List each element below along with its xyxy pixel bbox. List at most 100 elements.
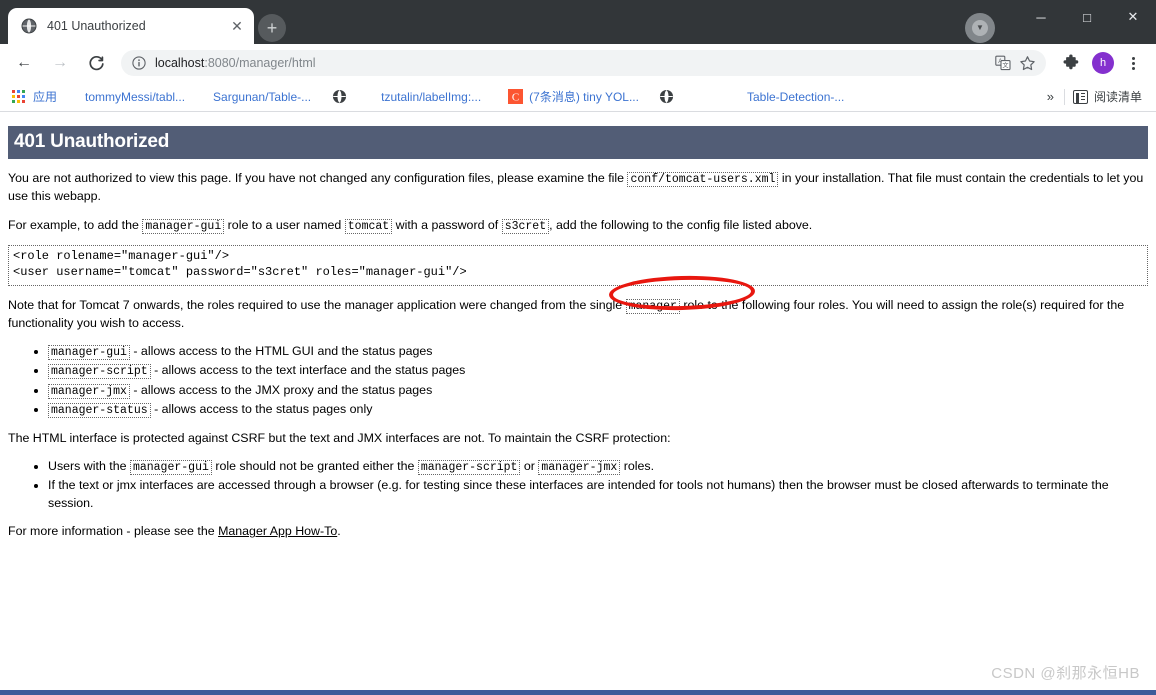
info-circle-icon[interactable] (131, 55, 147, 71)
paragraph2-text-d: , add the following to the config file l… (549, 217, 813, 232)
watermark: CSDN @刹那永恒HB (991, 665, 1140, 682)
bookmark-label: tzutalin/labelImg:... (381, 89, 482, 104)
bookmark-item-csdn-tiny-yolo[interactable]: C (7条消息) tiny YOL... (500, 85, 646, 109)
paragraph-unauthorized: You are not authorized to view this page… (8, 170, 1148, 206)
list-item: If the text or jmx interfaces are access… (48, 477, 1148, 512)
reading-list-button[interactable]: 阅读清单 (1067, 88, 1148, 105)
code-role-name: manager-jmx (48, 383, 130, 399)
title-bar: 401 Unauthorized ✕ + ▼ ─ □ ✕ (0, 0, 1156, 44)
csrf-list: Users with the manager-gui role should n… (8, 458, 1148, 513)
bookmark-apps-button[interactable]: 应用 (10, 85, 64, 109)
code-manager-gui: manager-gui (129, 459, 212, 475)
bookmark-item-labelimg[interactable]: tzutalin/labelImg:... (374, 85, 488, 109)
paragraph3-text-a: Note that for Tomcat 7 onwards, the role… (8, 297, 626, 312)
paragraph2-text-b: role to a user named (224, 217, 345, 232)
reading-list-icon (1072, 89, 1088, 104)
omnibox-actions: A 文 (990, 52, 1038, 74)
code-role-name: manager-gui (48, 344, 130, 360)
bookmarks-divider (1063, 88, 1065, 105)
csrf-text-b: role should not be granted either the (211, 458, 418, 473)
bookmark-label: Table-Detection-... (746, 89, 845, 104)
back-icon[interactable]: ← (9, 48, 39, 78)
role-description: - allows access to the JMX proxy and the… (129, 382, 433, 397)
translate-icon[interactable]: A 文 (992, 52, 1014, 74)
puzzle-piece-icon[interactable] (1058, 50, 1084, 76)
code-manager-gui: manager-gui (142, 218, 225, 234)
globe-icon (20, 18, 37, 35)
close-icon[interactable]: ✕ (228, 17, 246, 35)
paragraph-example: For example, to add the manager-gui role… (8, 217, 1148, 235)
code-manager-script: manager-script (417, 459, 521, 475)
svg-text:文: 文 (1002, 62, 1008, 70)
manager-app-howto-link[interactable]: Manager App How-To (218, 524, 337, 538)
minimize-button[interactable]: ─ (1018, 0, 1064, 34)
bookmark-item-sargunan[interactable]: Sargunan/Table-... (206, 85, 318, 109)
bookmark-item-table-detection[interactable]: Table-Detection-... (740, 85, 851, 109)
list-item: manager-jmx - allows access to the JMX p… (48, 382, 1148, 400)
bookmark-label: (7条消息) tiny YOL... (529, 90, 639, 104)
role-description: - allows access to the HTML GUI and the … (129, 343, 433, 358)
role-description: - allows access to the status pages only (150, 401, 373, 416)
three-dot-menu-icon[interactable] (1120, 50, 1146, 76)
bookmark-item-globe-2[interactable] (652, 85, 688, 109)
reload-icon[interactable] (81, 48, 111, 78)
csrf-text-c: or (520, 458, 539, 473)
paragraph-roles-note: Note that for Tomcat 7 onwards, the role… (8, 297, 1148, 333)
code-conf-tomcat-users: conf/tomcat-users.xml (627, 172, 779, 187)
page-body: You are not authorized to view this page… (0, 170, 1156, 541)
roles-list: manager-gui - allows access to the HTML … (8, 343, 1148, 419)
avatar[interactable]: h (1092, 52, 1114, 74)
code-block-xml: <role rolename="manager-gui"/> <user use… (8, 245, 1148, 286)
menu-dot (1131, 61, 1135, 65)
list-item: manager-script - allows access to the te… (48, 362, 1148, 380)
browser-window: 401 Unauthorized ✕ + ▼ ─ □ ✕ ← → localho… (0, 0, 1156, 695)
browser-toolbar: ← → localhost:8080/manager/html A 文 h (0, 44, 1156, 82)
reading-list-label: 阅读清单 (1093, 90, 1142, 104)
maximize-button[interactable]: □ (1064, 0, 1110, 34)
chevron-down-icon: ▼ (972, 20, 988, 36)
code-role-name: manager-status (48, 402, 151, 418)
role-description: - allows access to the text interface an… (150, 363, 466, 378)
window-controls: ─ □ ✕ (1018, 0, 1156, 34)
bookmark-label: tommyMessi/tabl... (85, 89, 186, 104)
download-chevron-icon[interactable]: ▼ (965, 13, 995, 43)
url-text: localhost:8080/manager/html (155, 56, 990, 70)
browser-tab[interactable]: 401 Unauthorized ✕ (8, 8, 254, 44)
menu-dot (1131, 66, 1135, 70)
paragraph2-text-a: For example, to add the (8, 217, 143, 232)
code-manager-jmx: manager-jmx (538, 459, 621, 475)
code-manager: manager (625, 298, 680, 314)
globe-icon (331, 89, 347, 105)
forward-icon[interactable]: → (45, 48, 75, 78)
bookmark-item-tommymessi[interactable]: tommyMessi/tabl... (78, 85, 192, 109)
csrf-text-d: roles. (620, 458, 655, 473)
bookmark-item-globe-1[interactable] (324, 85, 360, 109)
list-item: manager-gui - allows access to the HTML … (48, 343, 1148, 361)
page-title: 401 Unauthorized (8, 126, 1148, 159)
code-s3cret: s3cret (501, 218, 550, 234)
csdn-c-icon: C (507, 89, 523, 105)
paragraph-more-info: For more information - please see the Ma… (8, 523, 1148, 541)
bottom-strip (0, 690, 1156, 695)
code-tomcat: tomcat (344, 218, 393, 234)
new-tab-button[interactable]: + (258, 14, 286, 42)
list-item: manager-status - allows access to the st… (48, 401, 1148, 419)
list-item: Users with the manager-gui role should n… (48, 458, 1148, 476)
bookmarks-overflow-icon[interactable]: » (1039, 89, 1062, 104)
bookmarks-bar: 应用 tommyMessi/tabl... Sargunan/Table-...… (0, 82, 1156, 112)
close-window-button[interactable]: ✕ (1110, 0, 1156, 34)
globe-icon (659, 89, 675, 105)
csrf-text-a: Users with the (48, 458, 130, 473)
paragraph2-text-c: with a password of (392, 217, 502, 232)
menu-dot (1131, 56, 1135, 60)
more-info-text-b: . (337, 524, 341, 539)
url-path: :8080/manager/html (204, 56, 316, 70)
page-viewport: 401 Unauthorized You are not authorized … (0, 113, 1156, 695)
apps-grid-icon (12, 89, 26, 104)
address-bar[interactable]: localhost:8080/manager/html A 文 (121, 50, 1046, 76)
bookmark-apps-label: 应用 (33, 90, 58, 104)
tab-title: 401 Unauthorized (47, 19, 146, 33)
paragraph-csrf: The HTML interface is protected against … (8, 431, 671, 446)
svg-text:C: C (512, 91, 519, 103)
star-icon[interactable] (1016, 52, 1038, 74)
